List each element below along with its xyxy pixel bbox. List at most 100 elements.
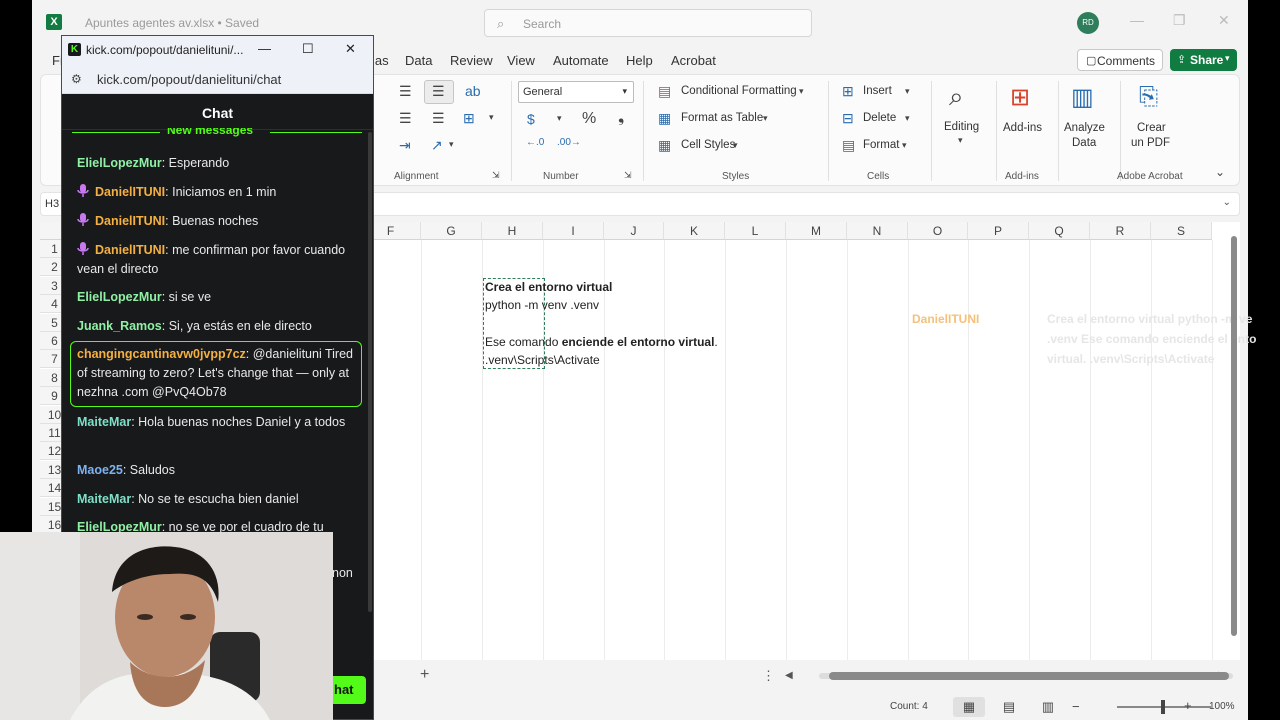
chat-message[interactable]: Maoe25: Saludos xyxy=(77,461,362,480)
scroll-left-icon[interactable]: ◀ xyxy=(785,670,793,681)
cell-h7[interactable]: .venv\Scripts\Activate xyxy=(485,353,600,367)
maximize-icon[interactable]: ☐ xyxy=(302,41,314,57)
align-left-icon[interactable]: ☰ xyxy=(399,110,412,127)
normal-view-icon[interactable]: ▦ xyxy=(953,697,985,717)
zoom-in-icon[interactable]: + xyxy=(1184,698,1192,713)
chat-message[interactable]: changingcantinavw0jvpp7cz: @danielituni … xyxy=(77,345,362,402)
editing-button[interactable]: Editing xyxy=(944,121,979,133)
close-icon[interactable]: ✕ xyxy=(1218,12,1230,29)
cell-h4[interactable]: python -m venv .venv xyxy=(485,298,599,312)
conditional-formatting-button[interactable]: Conditional Formatting xyxy=(681,85,797,97)
zoom-slider-thumb[interactable] xyxy=(1161,700,1165,714)
new-messages-divider[interactable]: New messages xyxy=(62,128,373,138)
minimize-icon[interactable]: — xyxy=(1130,12,1144,28)
chat-message[interactable]: DanielITUNI: Buenas noches xyxy=(77,212,362,231)
chat-username[interactable]: MaiteMar xyxy=(77,492,131,506)
cell-h3[interactable]: Crea el entorno virtual xyxy=(485,280,612,294)
chat-username[interactable]: ElielLopezMur xyxy=(77,156,162,170)
minimize-icon[interactable]: — xyxy=(258,41,271,56)
chat-message[interactable]: ElielLopezMur: Esperando xyxy=(77,154,362,173)
tab-formulas[interactable]: las xyxy=(372,53,389,68)
chat-username[interactable]: Juank_Ramos xyxy=(77,319,162,333)
tab-data[interactable]: Data xyxy=(405,53,432,68)
column-header[interactable]: Q xyxy=(1029,222,1090,240)
chat-username[interactable]: MaiteMar xyxy=(77,415,131,429)
indent-icon[interactable]: ⇥ xyxy=(399,137,411,154)
editing-search-icon[interactable]: ⌕ xyxy=(949,81,964,113)
popout-url[interactable]: kick.com/popout/danielituni/chat xyxy=(97,72,281,87)
popout-url-bar[interactable]: ⚙ kick.com/popout/danielituni/chat xyxy=(62,64,373,94)
column-header[interactable]: P xyxy=(968,222,1029,240)
chat-username[interactable]: ElielLopezMur xyxy=(77,290,162,304)
increase-decimal-icon[interactable]: ←.0 xyxy=(526,137,544,148)
chat-username[interactable]: DanielITUNI xyxy=(95,185,165,199)
align-top-icon[interactable]: ☰ xyxy=(399,83,412,100)
delete-button[interactable]: Delete xyxy=(863,112,896,124)
column-header[interactable]: J xyxy=(604,222,664,240)
chevron-down-icon[interactable]: ▾ xyxy=(902,140,907,151)
chat-message[interactable]: ElielLopezMur: si se ve xyxy=(77,288,362,307)
scroll-thumb[interactable] xyxy=(1231,236,1237,636)
tab-help[interactable]: Help xyxy=(626,53,653,68)
merge-center-icon[interactable]: ⊞ xyxy=(463,110,475,127)
column-header[interactable]: L xyxy=(725,222,786,240)
comma-style-icon[interactable]: ❟ xyxy=(618,109,624,127)
column-header[interactable]: I xyxy=(543,222,604,240)
column-header[interactable]: N xyxy=(847,222,908,240)
chevron-down-icon[interactable]: ▾ xyxy=(557,113,562,124)
share-button[interactable]: ⇪ Share ▾ xyxy=(1170,49,1237,71)
cell-styles-button[interactable]: Cell Styles xyxy=(681,139,735,151)
column-header[interactable]: M xyxy=(786,222,847,240)
cell-h6[interactable]: Ese comando enciende el entorno virtual. xyxy=(485,335,718,349)
tab-view[interactable]: View xyxy=(507,53,535,68)
orientation-icon[interactable]: ab xyxy=(465,83,481,99)
column-header[interactable]: O xyxy=(908,222,968,240)
vertical-scrollbar[interactable] xyxy=(1230,230,1238,650)
comments-button[interactable]: ▢ Comments xyxy=(1077,49,1163,71)
column-header[interactable]: H xyxy=(482,222,543,240)
close-icon[interactable]: ✕ xyxy=(345,41,356,57)
restore-icon[interactable]: ❐ xyxy=(1173,12,1186,29)
tab-review[interactable]: Review xyxy=(450,53,493,68)
percent-icon[interactable]: % xyxy=(582,110,596,128)
addins-icon[interactable]: ⊞ xyxy=(1010,83,1030,112)
add-sheet-icon[interactable]: + xyxy=(420,666,429,684)
horizontal-scroll-thumb[interactable] xyxy=(829,672,1229,680)
chat-username[interactable]: DanielITUNI xyxy=(95,214,165,228)
chat-message[interactable]: DanielITUNI: Iniciamos en 1 min xyxy=(77,183,362,202)
chat-username[interactable]: changingcantinavw0jvpp7cz xyxy=(77,347,246,361)
collapse-ribbon-icon[interactable]: ⌄ xyxy=(1215,165,1225,179)
chevron-down-icon[interactable]: ▾ xyxy=(449,139,454,150)
insert-button[interactable]: Insert xyxy=(863,85,892,97)
create-pdf-button-line2[interactable]: un PDF xyxy=(1131,137,1170,149)
create-pdf-icon[interactable]: ⎘ xyxy=(1139,83,1158,111)
chat-message[interactable]: MaiteMar: No se te escucha bien daniel xyxy=(77,490,362,509)
site-settings-icon[interactable]: ⚙ xyxy=(71,72,82,86)
search-input[interactable]: ⌕ Search xyxy=(484,9,812,37)
chat-send-button[interactable]: hat xyxy=(328,676,366,704)
chat-message[interactable]: MaiteMar: Hola buenas noches Daniel y a … xyxy=(77,413,362,432)
analyze-data-button-line1[interactable]: Analyze xyxy=(1064,122,1105,134)
chevron-down-icon[interactable]: ▾ xyxy=(905,113,910,124)
dialog-launcher-icon[interactable]: ⇲ xyxy=(624,170,632,181)
chat-username[interactable]: DanielITUNI xyxy=(95,243,165,257)
zoom-out-icon[interactable]: − xyxy=(1072,699,1080,714)
tab-acrobat[interactable]: Acrobat xyxy=(671,53,716,68)
chat-username[interactable]: Maoe25 xyxy=(77,463,123,477)
format-button[interactable]: Format xyxy=(863,139,899,151)
document-title[interactable]: Apuntes agentes av.xlsx • Saved xyxy=(85,16,259,30)
dialog-launcher-icon[interactable]: ⇲ xyxy=(492,170,500,181)
text-angle-icon[interactable]: ↗ xyxy=(431,137,443,154)
avatar[interactable]: RD xyxy=(1077,12,1099,34)
chat-scrollbar[interactable] xyxy=(368,132,372,612)
accounting-format-icon[interactable]: $ xyxy=(527,111,535,127)
column-header[interactable]: S xyxy=(1151,222,1212,240)
align-center-icon[interactable]: ☰ xyxy=(432,110,445,127)
chevron-down-icon[interactable]: ▾ xyxy=(489,112,494,123)
create-pdf-button-line1[interactable]: Crear xyxy=(1137,122,1166,134)
expand-formula-bar-icon[interactable]: ⌄ xyxy=(1223,197,1231,208)
column-header[interactable]: K xyxy=(664,222,725,240)
name-box[interactable]: H3 xyxy=(45,198,59,210)
page-layout-icon[interactable]: ▤ xyxy=(993,697,1025,717)
analyze-data-button-line2[interactable]: Data xyxy=(1072,137,1096,149)
